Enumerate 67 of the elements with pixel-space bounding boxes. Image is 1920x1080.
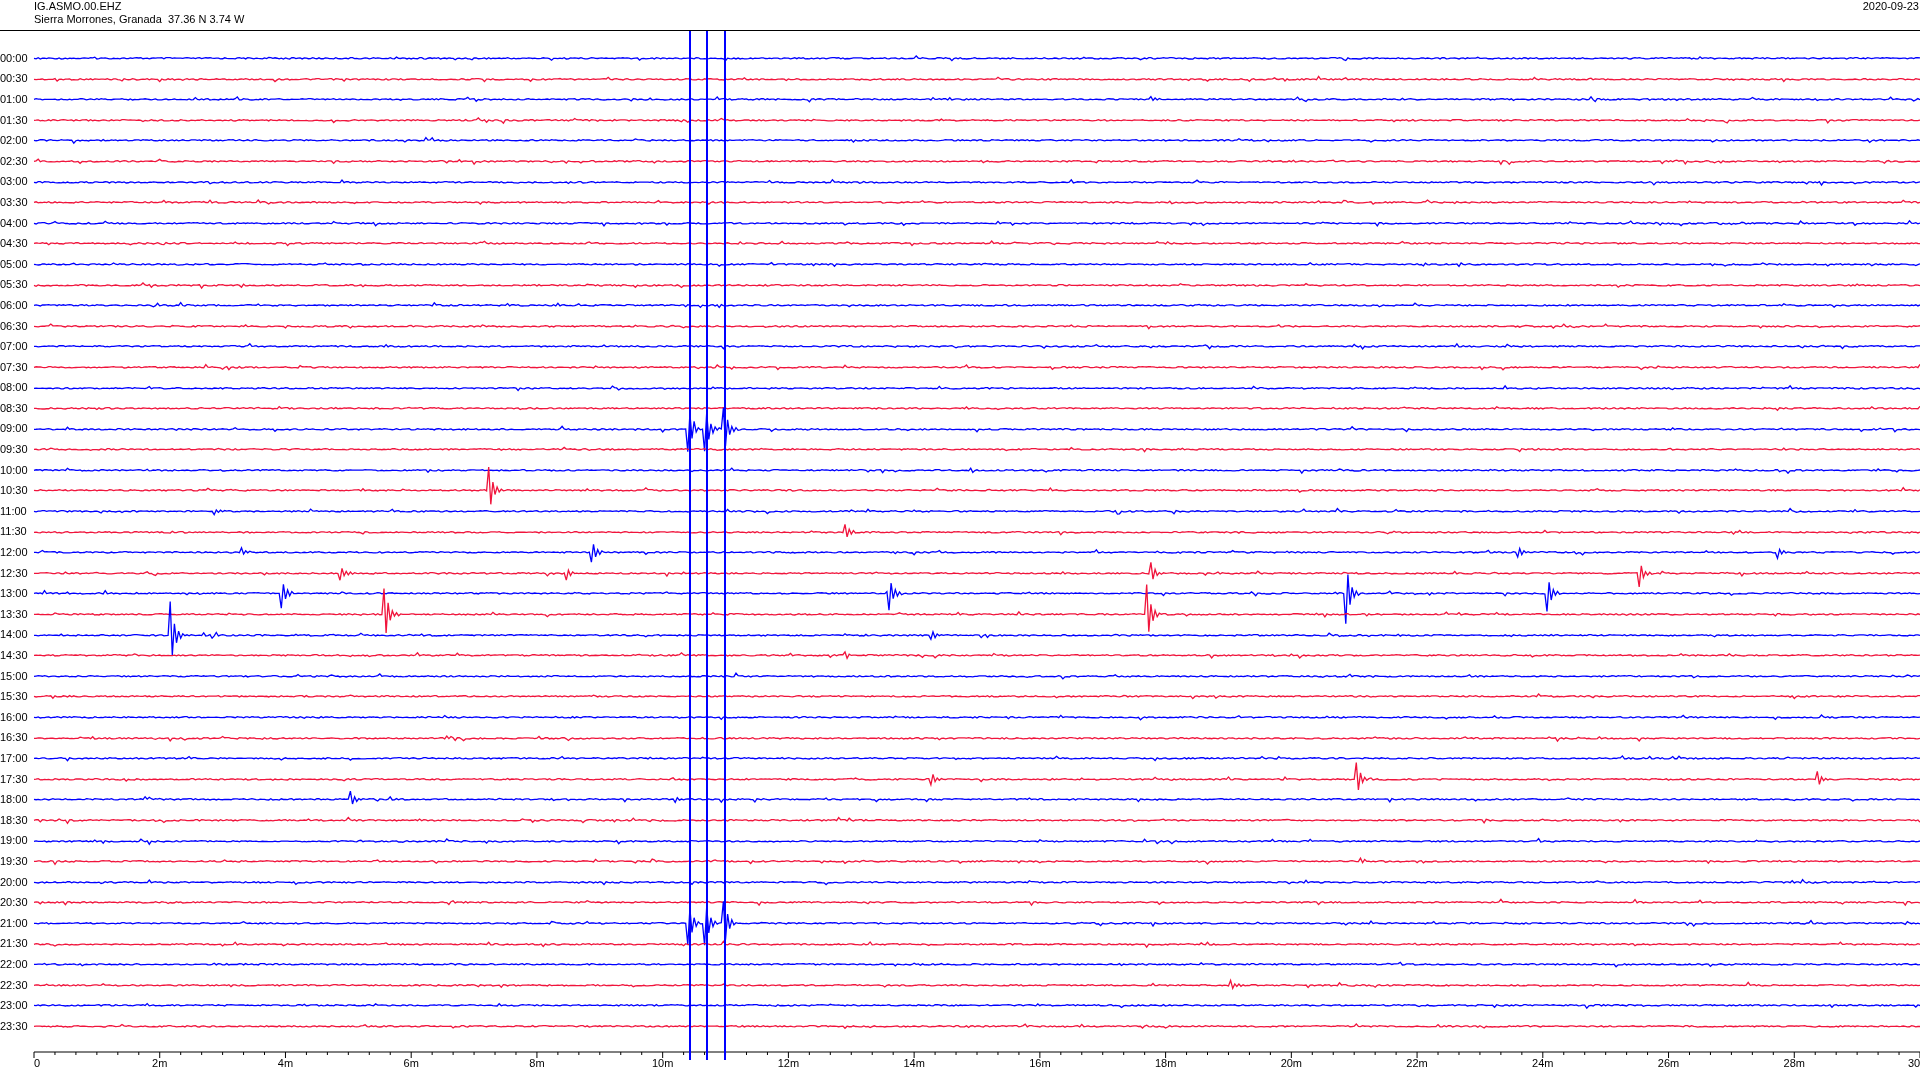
time-label: 09:30 (0, 443, 29, 457)
time-label: 05:30 (0, 278, 29, 292)
time-label: 16:30 (0, 731, 29, 745)
tick-label: 2m (152, 1056, 168, 1070)
time-label: 14:00 (0, 628, 29, 642)
time-label: 22:30 (0, 978, 29, 992)
time-label: 07:00 (0, 340, 29, 354)
tick-label: 30 (1907, 1056, 1920, 1070)
date-label: 2020-09-23 (1862, 0, 1920, 14)
time-label: 05:00 (0, 257, 29, 271)
time-label: 11:00 (0, 504, 28, 518)
time-label: 01:00 (0, 93, 29, 106)
tick-label: 26m (1657, 1056, 1680, 1070)
tick-label: 4m (277, 1056, 294, 1070)
time-label: 13:30 (0, 607, 29, 621)
time-label: 06:30 (0, 319, 29, 333)
time-label: 13:00 (0, 587, 29, 601)
time-label: 19:30 (0, 854, 29, 868)
time-label: 00:30 (0, 72, 29, 86)
time-label: 02:00 (0, 134, 29, 148)
tick-label: 8m (529, 1056, 545, 1070)
tick-label: 16m (1029, 1056, 1051, 1070)
time-label: 04:00 (0, 216, 29, 230)
time-label: 09:00 (0, 422, 29, 436)
time-label: 03:00 (0, 175, 29, 189)
time-label: 20:00 (0, 875, 29, 889)
tick-label: 10m (651, 1056, 674, 1070)
time-label: 12:00 (0, 546, 29, 560)
station-code: IG.ASMO.00.EHZ (34, 0, 123, 13)
tick-label: 14m (903, 1056, 925, 1070)
time-label: 18:00 (0, 793, 29, 807)
tick-label: 18m (1154, 1056, 1177, 1070)
time-label: 21:30 (0, 937, 29, 951)
time-label: 07:30 (0, 360, 29, 374)
tick-label: 20m (1280, 1056, 1303, 1070)
time-label: 06:00 (0, 298, 29, 312)
time-label: 14:30 (0, 649, 29, 662)
time-label: 01:30 (0, 113, 29, 127)
time-label: 19:00 (0, 834, 29, 848)
tick-label: 28m (1783, 1056, 1805, 1070)
time-label: 04:30 (0, 237, 29, 251)
time-label: 15:30 (0, 690, 29, 704)
time-label: 12:30 (0, 566, 29, 580)
time-label: 23:00 (0, 999, 29, 1013)
tick-label: 6m (403, 1056, 419, 1070)
time-label: 18:30 (0, 813, 29, 827)
time-label: 02:30 (0, 154, 29, 168)
tick-label: 0 (33, 1056, 41, 1070)
time-label: 17:00 (0, 752, 29, 765)
time-label: 17:30 (0, 772, 29, 786)
time-label: 10:30 (0, 484, 29, 498)
station-location: Sierra Morrones, Granada 37.36 N 3.74 W (34, 13, 245, 26)
time-label: 15:00 (0, 669, 29, 683)
time-label: 10:00 (0, 463, 29, 477)
tick-label: 12m (777, 1056, 800, 1070)
time-label: 03:30 (0, 195, 29, 209)
tick-label: 24m (1532, 1056, 1554, 1070)
time-label: 16:00 (0, 710, 29, 724)
time-label: 20:30 (0, 896, 29, 910)
time-label: 08:00 (0, 381, 29, 395)
time-label: 00:00 (0, 51, 29, 65)
time-label: 21:00 (0, 916, 29, 930)
time-label: 11:30 (0, 525, 28, 539)
time-label: 23:30 (0, 1019, 29, 1033)
tick-label: 22m (1406, 1056, 1428, 1070)
time-label: 22:00 (0, 957, 29, 971)
time-label: 08:30 (0, 401, 29, 415)
